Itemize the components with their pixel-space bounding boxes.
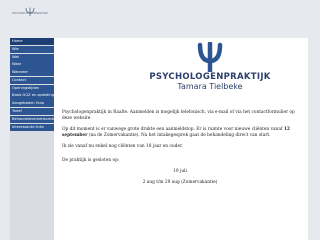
age-paragraph: Ik zie vanaf nu enkel nog cliënten van 1… [62, 144, 184, 149]
sidebar-item-aangeboden-hulp[interactable]: Aangeboden Hulp [10, 100, 54, 108]
psi-icon [197, 42, 223, 72]
sidebar-item-basis-ggz-en-opleiding[interactable]: Basis GGZ en opleiding [10, 92, 54, 100]
header-logo-text: PSYCHOLOGENPRAKTIJK [12, 11, 48, 15]
sidebar-item-behandelovereenkomst[interactable]: Behandelovereenkomst [10, 115, 54, 123]
closed-heading: De praktijk is gesloten op: [62, 158, 120, 163]
brand-title: PSYCHOLOGENPRAKTIJK [149, 72, 271, 82]
brand-subtitle: Tamara Tielbeke [177, 82, 243, 91]
closed-date-2: 2 aug t/m 29 aug (Zomervakantie) [142, 180, 218, 185]
brand-logo: PSYCHOLOGENPRAKTIJK Tamara Tielbeke [140, 42, 280, 96]
nav-menu: Home Wie Wat Waar Wanneer Contact Openingstijd… [10, 38, 54, 131]
sidebar-item-openingstijden[interactable]: Openingstijden [10, 84, 54, 92]
sidebar-item-home[interactable]: Home [10, 38, 54, 46]
sidebar: Home Wie Wat Waar Wanneer Contact Openingstijd… [10, 38, 54, 240]
sidebar-item-wat[interactable]: Wat [10, 53, 54, 61]
sidebar-item-wie[interactable]: Wie [10, 45, 54, 53]
sidebar-item-interessante-links[interactable]: Interessante links [10, 123, 54, 131]
header-logo[interactable]: PSYCHOLOGENPRAKTIJK [10, 2, 50, 18]
sidebar-item-tarief[interactable]: Tarief [10, 108, 54, 116]
sidebar-item-contact[interactable]: Contact [10, 76, 54, 85]
closed-date-1: 19 juli [173, 169, 187, 174]
main-content: Psychologenpraktijk in Raalte. Aanmelden… [62, 110, 298, 191]
sidebar-item-waar[interactable]: Waar [10, 61, 54, 69]
page-container: Home Wie Wat Waar Wanneer Contact Openingstijd… [10, 38, 308, 240]
intro-paragraph: Psychologenpraktijk in Raalte. Aanmelden… [62, 110, 295, 121]
availability-paragraph: Op dit moment is er vanwege grote drukte… [62, 127, 290, 138]
sidebar-item-wanneer[interactable]: Wanneer [10, 69, 54, 77]
